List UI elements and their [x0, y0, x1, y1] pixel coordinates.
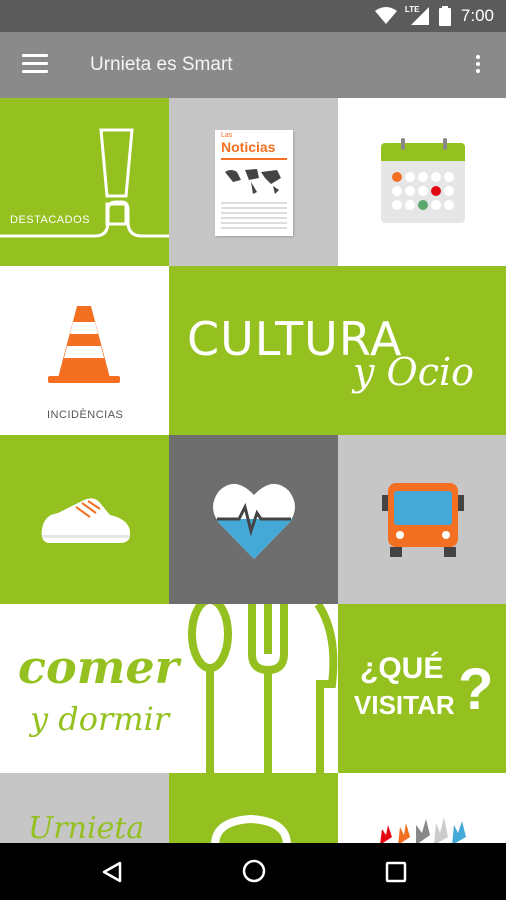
traffic-cone-icon [48, 306, 120, 383]
newspaper-brand: Noticias [221, 139, 276, 155]
urnieta-label: Urnieta [28, 811, 145, 843]
wifi-icon [374, 7, 397, 24]
tile-cultura-ocio[interactable]: CULTURA y Ocio [169, 266, 506, 435]
tile-deporte[interactable] [0, 435, 169, 604]
cutlery-icon [188, 604, 338, 773]
more-vert-icon[interactable] [468, 52, 488, 78]
phone-icon [211, 814, 291, 843]
que-label: ¿QUÉ [360, 652, 444, 685]
bus-icon [382, 483, 464, 557]
visitar-label: VISITAR [354, 690, 455, 720]
tile-destacados[interactable]: DESTACADOS [0, 98, 169, 266]
lte-signal-icon: LTE [405, 5, 429, 25]
navigation-bar [0, 843, 506, 900]
app-bar: Urnieta es Smart [0, 32, 506, 98]
tile-telefonos[interactable] [169, 773, 338, 843]
heart-pulse-icon [213, 483, 295, 559]
tile-comer-dormir[interactable]: comer y dormir [0, 604, 338, 773]
tile-transporte[interactable] [338, 435, 506, 604]
comer-title: comer [18, 640, 179, 694]
sneaker-icon [41, 498, 130, 543]
dormir-subtitle: y dormir [30, 700, 170, 738]
app-title: Urnieta es Smart [90, 54, 233, 75]
calendar-icon [381, 143, 465, 223]
hamburger-icon[interactable] [22, 54, 48, 76]
exclamation-icon [0, 128, 169, 238]
destacados-label: DESTACADOS [10, 214, 90, 226]
newspaper-icon: Las Noticias [215, 130, 293, 236]
tile-que-visitar[interactable]: ¿QUÉ VISITAR ? [338, 604, 506, 773]
tile-noticias[interactable]: Las Noticias [169, 98, 338, 266]
battery-icon [438, 6, 451, 26]
tile-salud[interactable] [169, 435, 338, 604]
raised-hands-icon [380, 817, 466, 843]
status-bar: LTE 7:00 [0, 0, 506, 32]
ocio-subtitle: y Ocio [353, 350, 475, 394]
tile-grid: DESTACADOS Las Noticias INCIDÈNCIAS CULT… [0, 98, 506, 843]
tile-agenda[interactable] [338, 98, 506, 266]
clock: 7:00 [460, 6, 494, 25]
home-icon[interactable] [242, 859, 266, 883]
back-icon[interactable] [100, 861, 124, 883]
recents-icon[interactable] [385, 861, 407, 883]
incidencias-label: INCIDÈNCIAS [47, 409, 124, 421]
tile-participacion[interactable] [338, 773, 506, 843]
newspaper-brand-small: Las [221, 132, 233, 139]
question-mark-icon: ? [458, 657, 494, 722]
tile-incidencias[interactable]: INCIDÈNCIAS [0, 266, 169, 435]
tile-urnieta[interactable]: Urnieta [0, 773, 169, 843]
